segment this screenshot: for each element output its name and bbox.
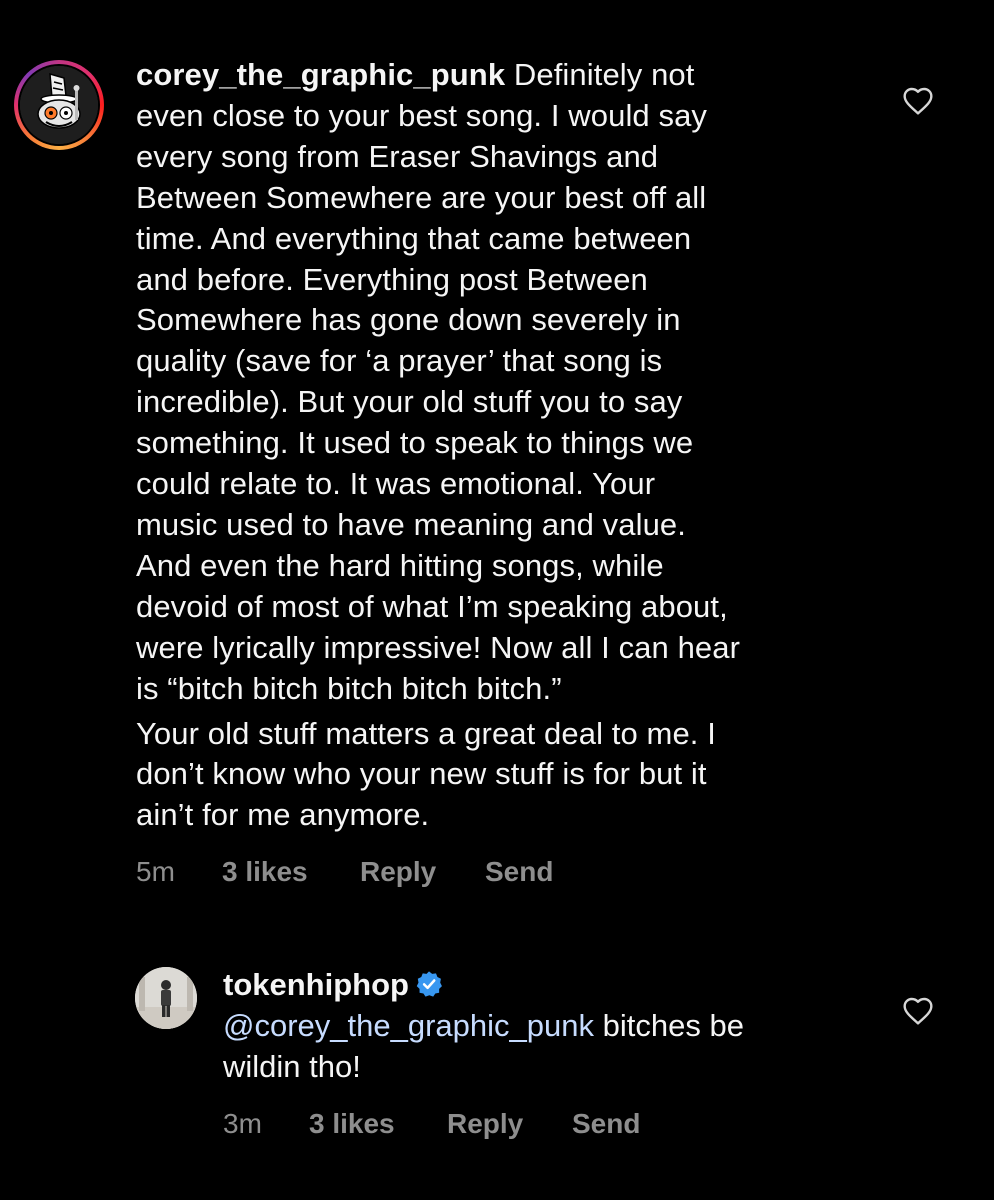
send-button[interactable]: Send (572, 1108, 640, 1140)
comment-username[interactable]: corey_the_graphic_punk (136, 57, 505, 92)
story-ring-avatar[interactable] (14, 60, 104, 150)
reply-body: tokenhiphop @corey_the_graphic_punk bitc… (223, 965, 873, 1088)
avatar (20, 66, 98, 144)
reply-header: tokenhiphop (223, 965, 873, 1006)
reply-button[interactable]: Reply (447, 1108, 572, 1140)
avatar-photo-icon (135, 967, 197, 1029)
comment-meta: 5m 3 likes Reply Send (136, 856, 553, 888)
heart-icon[interactable] (902, 86, 934, 116)
heart-icon[interactable] (902, 996, 934, 1026)
comment-text: corey_the_graphic_punk Definitely not ev… (136, 55, 876, 710)
comment-time: 5m (136, 856, 175, 887)
reply-mention-link[interactable]: @corey_the_graphic_punk (223, 1008, 594, 1043)
comment-text-content: Definitely not even close to your best s… (136, 57, 741, 706)
verified-badge-icon (416, 971, 442, 997)
comment-likes[interactable]: 3 likes (222, 856, 360, 888)
comment-body: corey_the_graphic_punk Definitely not ev… (136, 55, 876, 836)
reply-meta: 3m 3 likes Reply Send (223, 1108, 640, 1140)
reply-text: @corey_the_graphic_punk bitches be wildi… (223, 1006, 873, 1088)
reply-likes[interactable]: 3 likes (309, 1108, 447, 1140)
comment: corey_the_graphic_punk Definitely not ev… (0, 0, 994, 940)
reply-time: 3m (223, 1108, 262, 1139)
reply-button[interactable]: Reply (360, 856, 485, 888)
reply-username[interactable]: tokenhiphop (223, 967, 409, 1002)
avatar-illustration-icon (20, 66, 98, 144)
reply-avatar[interactable] (135, 967, 197, 1029)
comment-text-continued: Your old stuff matters a great deal to m… (136, 715, 716, 833)
send-button[interactable]: Send (485, 856, 553, 888)
